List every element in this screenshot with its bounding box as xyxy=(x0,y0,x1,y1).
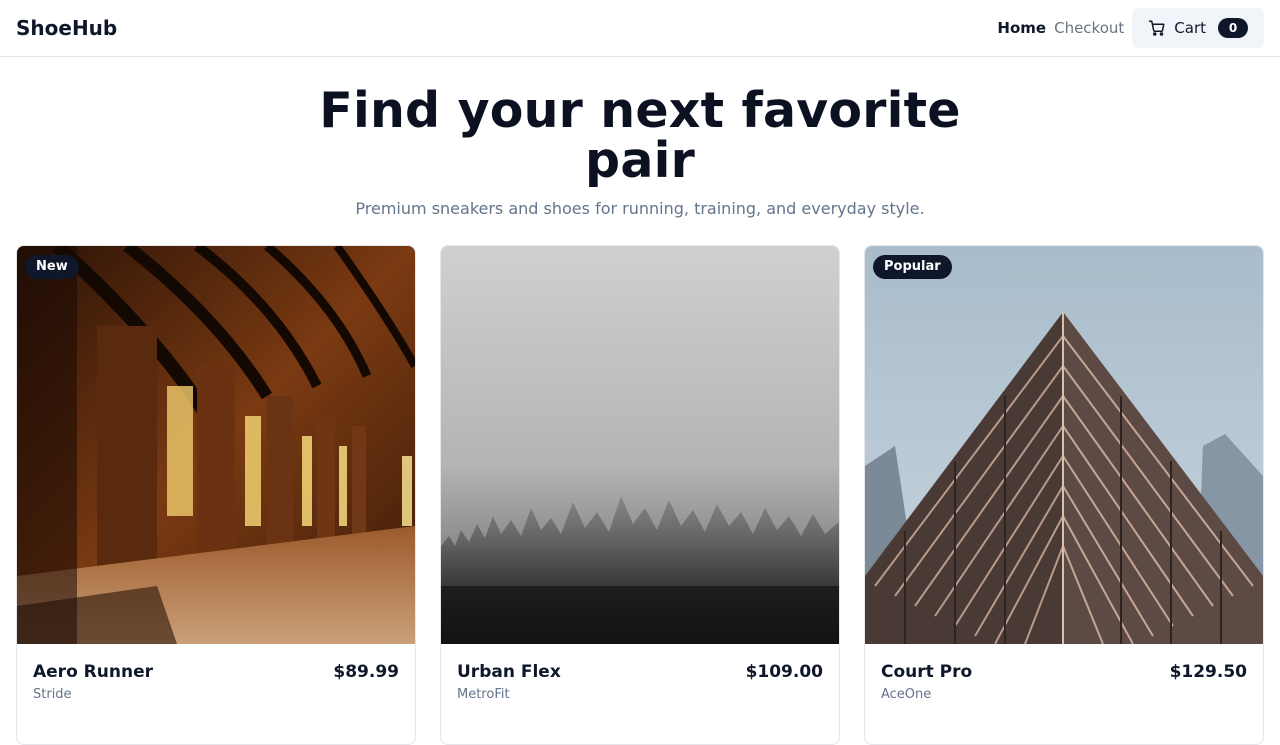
product-card-urban-flex[interactable]: Urban Flex $109.00 MetroFit xyxy=(440,245,840,745)
site-header: ShoeHub Home Checkout Cart 0 xyxy=(0,0,1280,57)
nav-home-link[interactable]: Home xyxy=(997,18,1046,38)
product-image-aero-runner[interactable]: New xyxy=(17,246,415,644)
product-image-urban-flex[interactable] xyxy=(441,246,839,644)
product-badge-new: New xyxy=(25,255,79,279)
main-nav: Home Checkout Cart 0 xyxy=(997,8,1264,48)
product-image-court-pro[interactable]: Popular xyxy=(865,246,1263,644)
product-card-aero-runner[interactable]: New Aero Runner $89.99 Stride xyxy=(16,245,416,745)
product-name[interactable]: Court Pro xyxy=(881,660,972,684)
product-brand: AceOne xyxy=(881,687,932,702)
product-brand: Stride xyxy=(33,687,72,702)
cart-button[interactable]: Cart 0 xyxy=(1132,8,1264,48)
product-price: $109.00 xyxy=(745,662,823,682)
shopping-cart-icon xyxy=(1148,19,1166,37)
product-name[interactable]: Urban Flex xyxy=(457,660,561,684)
product-card-court-pro[interactable]: Popular Court Pro $129.50 AceOne xyxy=(864,245,1264,745)
product-name[interactable]: Aero Runner xyxy=(33,660,153,684)
brand-logo[interactable]: ShoeHub xyxy=(16,14,117,42)
hero-title: Find your next favorite pair xyxy=(319,82,961,189)
cart-label: Cart xyxy=(1174,19,1206,37)
cart-count-badge: 0 xyxy=(1218,18,1248,38)
hero-subtitle: Premium sneakers and shoes for running, … xyxy=(355,199,925,218)
product-badge-popular: Popular xyxy=(873,255,952,279)
product-price: $89.99 xyxy=(333,662,399,682)
product-brand: MetroFit xyxy=(457,687,510,702)
product-price: $129.50 xyxy=(1169,662,1247,682)
nav-checkout-link[interactable]: Checkout xyxy=(1054,18,1124,38)
